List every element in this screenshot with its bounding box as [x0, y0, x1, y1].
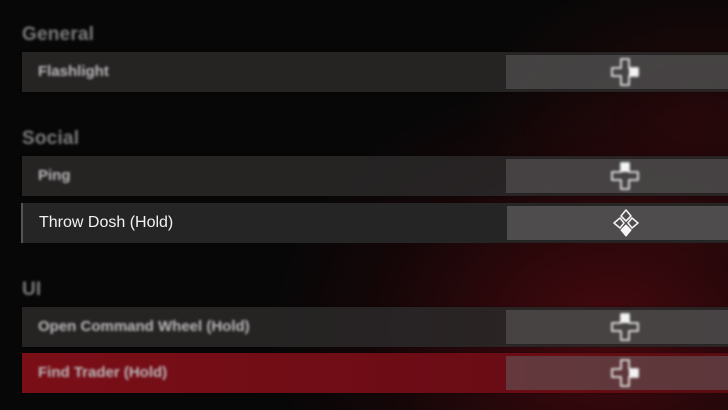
keybind-menu: General Flashlight Social Ping Throw Dos… [0, 0, 728, 410]
keybind-row-throw-dosh[interactable]: Throw Dosh (Hold) [21, 203, 728, 243]
keybind-label: Find Trader (Hold) [38, 364, 168, 381]
binding-slot[interactable] [506, 159, 728, 193]
keybind-label: Flashlight [38, 63, 109, 80]
section-title-ui: UI [22, 279, 42, 300]
binding-slot[interactable] [506, 310, 728, 344]
keybind-row-find-trader[interactable]: Find Trader (Hold) [22, 353, 728, 393]
dpad-right-icon [611, 359, 639, 387]
section-title-general: General [22, 24, 95, 45]
keybind-label: Open Command Wheel (Hold) [38, 318, 250, 335]
dpad-right-icon [611, 58, 639, 86]
keybind-row-flashlight[interactable]: Flashlight [22, 52, 728, 92]
keybind-label: Throw Dosh (Hold) [39, 214, 174, 231]
keybind-label: Ping [38, 167, 71, 184]
keybind-row-command-wheel[interactable]: Open Command Wheel (Hold) [22, 307, 728, 347]
binding-slot[interactable] [506, 55, 728, 89]
binding-slot[interactable] [506, 356, 728, 390]
section-title-social: Social [22, 128, 80, 149]
keybind-row-ping[interactable]: Ping [22, 156, 728, 196]
dpad-up-icon [611, 313, 639, 341]
binding-slot[interactable] [507, 206, 728, 240]
dpad-up-icon [611, 162, 639, 190]
dpad-down-icon [613, 209, 639, 237]
